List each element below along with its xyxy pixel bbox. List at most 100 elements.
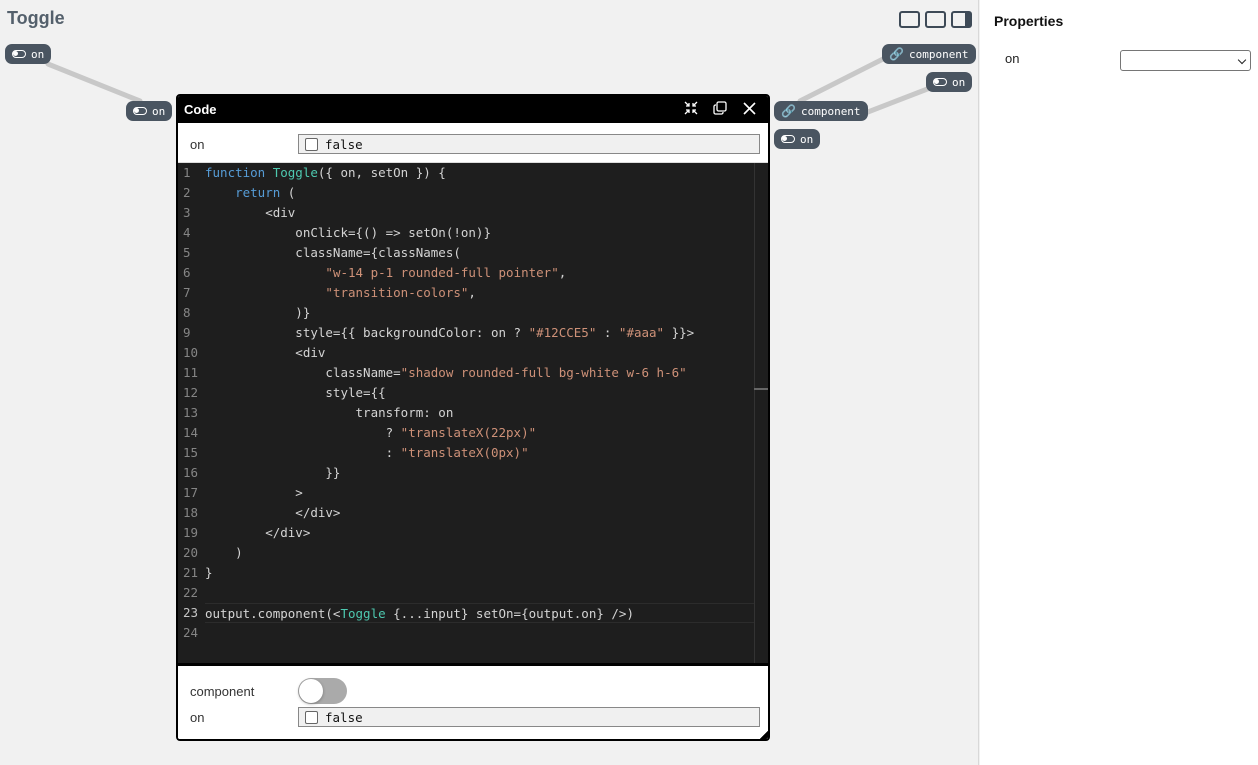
input-on-checkbox[interactable]: false [298, 134, 760, 154]
code-line[interactable] [205, 583, 754, 603]
editor-scrollbar[interactable] [754, 163, 768, 663]
line-number: 14 [183, 425, 199, 440]
link-icon: 🔗 [781, 104, 796, 118]
code-node-window[interactable]: Code on false 1 2 3 4 5 6 7 8 9 10 11 12… [176, 94, 770, 741]
checkbox[interactable] [305, 710, 318, 724]
code-line[interactable]: "w-14 p-1 rounded-full pointer", [205, 263, 754, 283]
code-line[interactable]: ) [205, 543, 754, 563]
line-number: 1 [183, 165, 191, 180]
output-label-component: component [190, 683, 255, 699]
port-right-inner-on[interactable]: on [774, 129, 821, 149]
property-on-select[interactable] [1120, 50, 1251, 71]
line-number: 23 [183, 605, 199, 620]
checkbox[interactable] [305, 137, 318, 151]
code-token: className= [205, 365, 401, 380]
code-token: "shadow rounded-full bg-white w-6 h-6" [400, 365, 687, 380]
code-token: function [205, 165, 273, 180]
code-line[interactable]: function Toggle({ on, setOn }) { [205, 163, 754, 183]
code-line[interactable]: className={classNames( [205, 243, 754, 263]
code-token: <div [205, 345, 326, 360]
minimize-icon[interactable] [682, 99, 700, 117]
layout-single-icon[interactable] [899, 11, 920, 28]
code-token: )} [205, 305, 311, 320]
code-line[interactable]: style={{ backgroundColor: on ? "#12CCE5"… [205, 323, 754, 343]
code-line[interactable]: : "translateX(0px)" [205, 443, 754, 463]
line-number: 24 [183, 625, 199, 640]
line-number: 18 [183, 505, 199, 520]
code-token: className={classNames( [205, 245, 461, 260]
output-row-component: component [178, 677, 768, 705]
code-line[interactable]: style={{ [205, 383, 754, 403]
line-number: 22 [183, 585, 199, 600]
code-token: Toggle [272, 165, 318, 180]
code-token: }}> [664, 325, 695, 340]
line-number: 8 [183, 305, 191, 320]
code-token: }} [205, 465, 341, 480]
resize-handle[interactable] [760, 731, 768, 739]
code-token: output.component(< [205, 606, 341, 621]
code-token: "w-14 p-1 rounded-full pointer" [325, 265, 559, 280]
layout-split-icon[interactable] [925, 11, 946, 28]
input-row-on: on false [178, 132, 768, 156]
code-token: : [596, 325, 619, 340]
close-icon[interactable] [740, 99, 758, 117]
code-token: return [235, 185, 281, 200]
code-lines[interactable]: function Toggle({ on, setOn }) { return … [205, 163, 754, 643]
flow-canvas[interactable]: Toggle on on 🔗 component on 🔗 component … [0, 0, 979, 765]
code-line[interactable]: > [205, 483, 754, 503]
output-on-checkbox[interactable]: false [298, 707, 760, 727]
preview-dots [355, 690, 760, 692]
port-right-outer-component[interactable]: 🔗 component [882, 44, 976, 64]
layout-right-panel-icon[interactable] [951, 11, 972, 28]
code-token: > [205, 485, 303, 500]
code-line[interactable]: transform: on [205, 403, 754, 423]
port-right-inner-component[interactable]: 🔗 component [774, 101, 868, 121]
code-token: ({ on, setOn }) { [317, 165, 446, 180]
code-line[interactable]: "transition-colors", [205, 283, 754, 303]
code-line[interactable]: className="shadow rounded-full bg-white … [205, 363, 754, 383]
code-token: } [205, 565, 213, 580]
input-label-on: on [190, 136, 205, 152]
link-icon: 🔗 [889, 47, 904, 61]
code-line[interactable]: <div [205, 203, 754, 223]
code-token: </div> [205, 525, 311, 540]
checkbox-value: false [325, 136, 363, 152]
output-row-on: on false [178, 705, 768, 729]
code-token: </div> [205, 505, 341, 520]
code-line[interactable]: <div [205, 343, 754, 363]
line-number: 5 [183, 245, 191, 260]
port-label: component [800, 104, 861, 118]
code-window-header[interactable]: Code [178, 96, 768, 123]
code-line[interactable]: }} [205, 463, 754, 483]
code-line[interactable]: output.component(<Toggle {...input} setO… [205, 603, 754, 623]
port-right-outer-on[interactable]: on [926, 72, 973, 92]
toggle-icon [781, 135, 795, 143]
scroll-indicator [754, 388, 768, 390]
port-left-outer-on[interactable]: on [5, 44, 52, 64]
code-line[interactable] [205, 623, 754, 643]
code-line[interactable]: </div> [205, 523, 754, 543]
line-number: 9 [183, 325, 191, 340]
line-number: 3 [183, 205, 191, 220]
code-token: Toggle [340, 606, 386, 621]
input-section: on false [178, 123, 768, 163]
line-number-gutter: 1 2 3 4 5 6 7 8 9 10 11 12 13 14 15 16 17 18 19 20 21 22 23 24 [178, 163, 204, 663]
toggle-icon [12, 50, 26, 58]
code-line[interactable]: )} [205, 303, 754, 323]
toggle-icon [133, 107, 147, 115]
layout-buttons [899, 11, 972, 28]
code-line[interactable]: </div> [205, 503, 754, 523]
port-left-inner-on[interactable]: on [126, 101, 173, 121]
line-number: 13 [183, 405, 199, 420]
code-token: ) [205, 545, 243, 560]
code-line[interactable]: onClick={() => setOn(!on)} [205, 223, 754, 243]
code-token: "#aaa" [618, 325, 665, 340]
code-line[interactable]: ? "translateX(22px)" [205, 423, 754, 443]
copy-icon[interactable] [711, 99, 729, 117]
code-line[interactable]: } [205, 563, 754, 583]
code-editor[interactable]: 1 2 3 4 5 6 7 8 9 10 11 12 13 14 15 16 17 18 19 20 21 22 23 24 … [178, 163, 768, 663]
code-line[interactable]: return ( [205, 183, 754, 203]
toggle-preview[interactable] [298, 678, 347, 704]
